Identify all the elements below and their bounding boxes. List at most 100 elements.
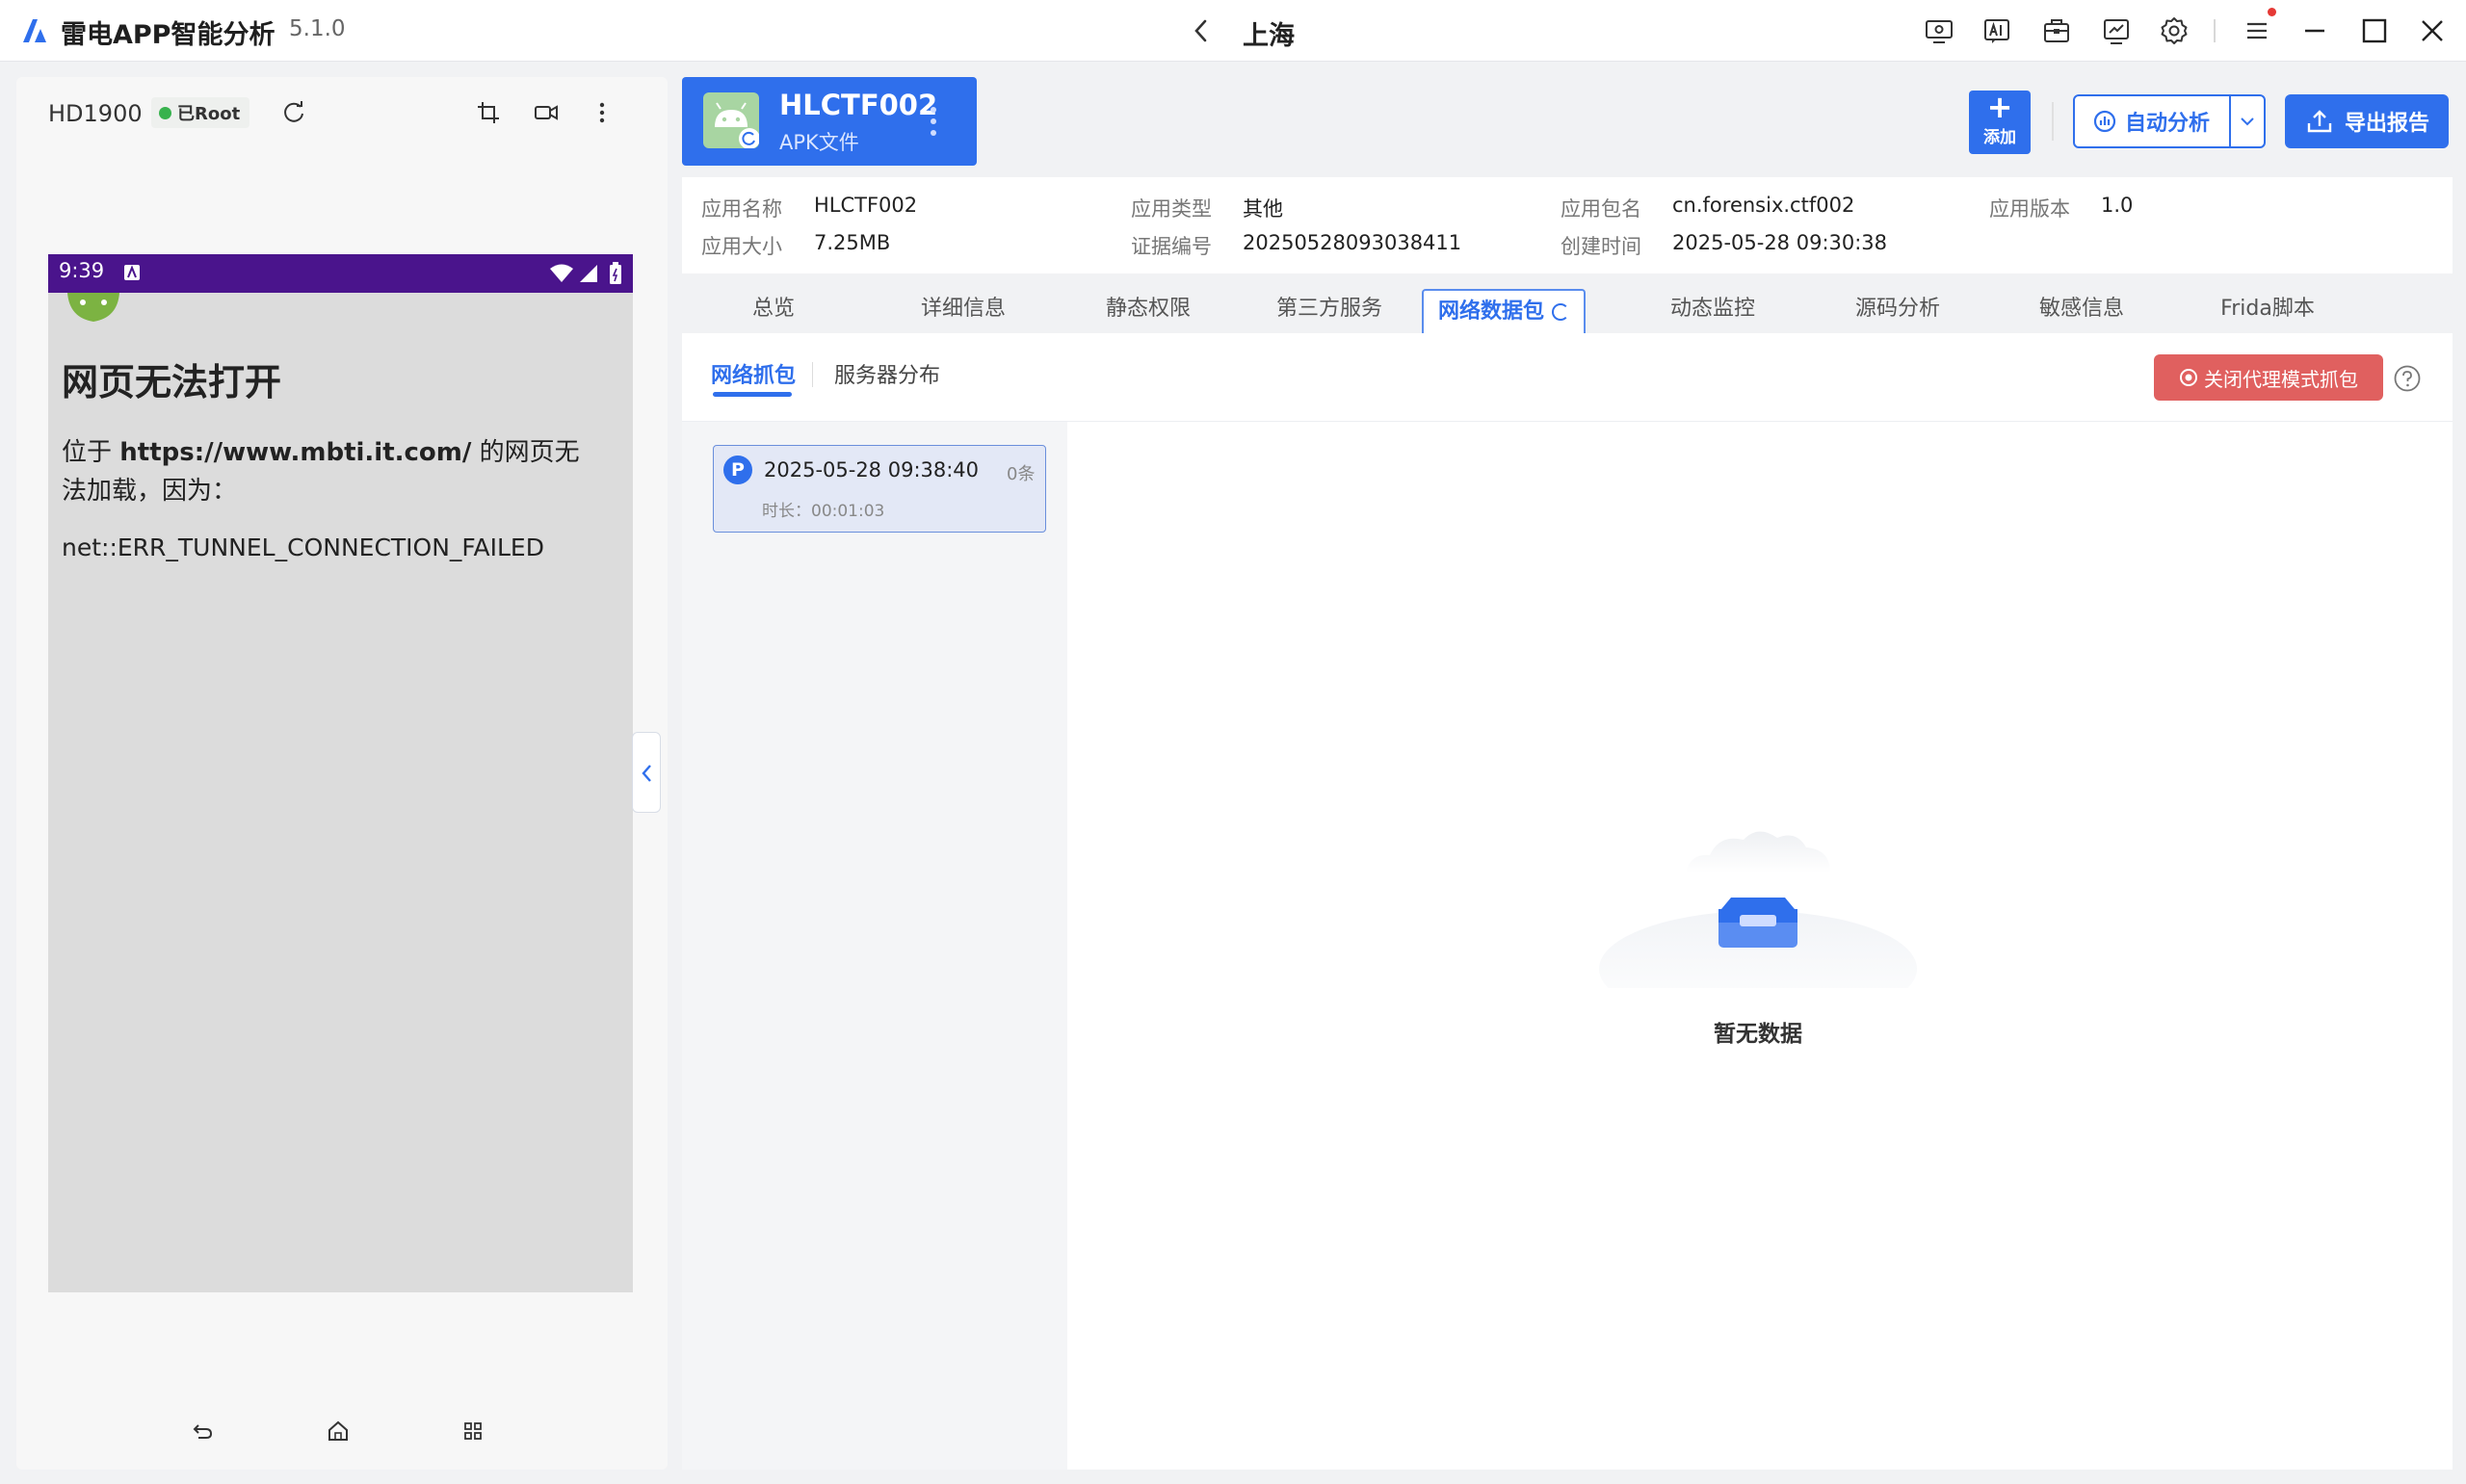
phone-status-bar: 9:39 <box>48 254 633 293</box>
subtab-divider <box>812 362 813 387</box>
phone-home-icon[interactable] <box>326 1419 351 1443</box>
add-button[interactable]: + 添加 <box>1969 91 2031 154</box>
app-card[interactable]: HLCTF002 APK文件 <box>682 77 977 166</box>
size-value: 7.25MB <box>814 231 891 254</box>
device-name: HD1900 <box>48 100 143 127</box>
maximize-icon[interactable] <box>2358 14 2391 47</box>
session-protocol-badge: P <box>723 456 752 484</box>
help-icon[interactable] <box>2393 364 2422 393</box>
version-value: 1.0 <box>2101 194 2134 217</box>
tab-source[interactable]: 源码分析 <box>1830 285 1965 333</box>
main-tab-bar: 总览 详细信息 静态权限 第三方服务 网络数据包 动态监控 源码分析 敏感信息 … <box>682 285 2453 333</box>
web-error-code: net::ERR_TUNNEL_CONNECTION_FAILED <box>62 534 544 561</box>
app-type-value: 其他 <box>1243 197 1283 221</box>
more-vertical-icon[interactable] <box>588 98 616 127</box>
export-icon <box>2306 109 2333 134</box>
signal-icon <box>578 264 599 283</box>
plus-icon: + <box>1986 89 2013 125</box>
wifi-icon <box>549 264 574 283</box>
export-report-label: 导出报告 <box>2345 112 2430 136</box>
app-card-type: APK文件 <box>779 131 859 154</box>
auto-analyze-dropdown[interactable] <box>2231 116 2264 127</box>
error-url: https://www.mbti.it.com/ <box>119 438 472 467</box>
minimize-icon[interactable] <box>2298 14 2331 47</box>
android-icon <box>62 293 125 324</box>
tab-details[interactable]: 详细信息 <box>896 285 1031 333</box>
version-label: 应用版本 <box>1989 197 2070 221</box>
evidence-value: 20250528093038411 <box>1243 231 1462 254</box>
auto-analyze-label: 自动分析 <box>2125 112 2211 136</box>
app-icon <box>703 92 759 148</box>
app-logo-icon <box>21 17 52 44</box>
capture-session-list <box>682 422 1067 1470</box>
session-count: 0条 <box>1007 464 1036 484</box>
settings-icon[interactable] <box>2158 14 2191 47</box>
empty-state-text: 暂无数据 <box>1714 1022 1802 1047</box>
toolbox-icon[interactable] <box>2040 14 2073 47</box>
app-name-value: HLCTF002 <box>814 194 918 217</box>
app-title: 雷电APP智能分析 <box>61 20 275 50</box>
menu-icon[interactable] <box>2241 14 2273 47</box>
stop-proxy-capture-button[interactable]: 关闭代理模式抓包 <box>2154 354 2383 401</box>
root-status-dot <box>159 106 171 119</box>
error-desc-prefix: 位于 <box>62 438 120 467</box>
root-status-badge: 已Root <box>151 97 250 128</box>
monitor-chart-icon[interactable] <box>2100 14 2133 47</box>
tab-third-party[interactable]: 第三方服务 <box>1252 285 1406 333</box>
session-time: 2025-05-28 09:38:40 <box>764 458 980 482</box>
auto-analyze-main[interactable]: 自动分析 <box>2075 96 2231 146</box>
chevron-down-icon <box>2241 117 2254 126</box>
ai-icon[interactable] <box>1981 14 2013 47</box>
location-title: 上海 <box>1243 21 1295 51</box>
refresh-icon[interactable] <box>279 98 308 127</box>
tab-permissions[interactable]: 静态权限 <box>1081 285 1216 333</box>
title-bar: 雷电APP智能分析 5.1.0 上海 <box>0 0 2466 62</box>
export-report-button[interactable]: 导出报告 <box>2285 94 2449 148</box>
phone-screen[interactable]: 9:39 网页无法打开 位于 https://www.mbti.it.com/ … <box>48 254 633 1292</box>
loading-spinner-icon <box>1552 303 1569 321</box>
web-error-title: 网页无法打开 <box>62 361 282 404</box>
app-card-more-icon[interactable] <box>929 104 938 139</box>
toolbar-divider <box>2214 19 2216 42</box>
app-version: 5.1.0 <box>289 16 346 41</box>
tab-network-label: 网络数据包 <box>1437 299 1544 324</box>
record-video-icon[interactable] <box>532 98 561 127</box>
package-label: 应用包名 <box>1561 197 1641 221</box>
notification-dot <box>2268 8 2276 16</box>
created-value: 2025-05-28 09:30:38 <box>1672 231 1888 254</box>
tab-network[interactable]: 网络数据包 <box>1422 289 1586 333</box>
phone-back-icon[interactable] <box>191 1419 216 1443</box>
app-card-name: HLCTF002 <box>779 89 938 121</box>
size-label: 应用大小 <box>701 235 782 258</box>
evidence-label: 证据编号 <box>1131 235 1212 258</box>
action-divider <box>2052 102 2054 141</box>
status-time: 9:39 <box>59 259 105 282</box>
subtab-capture[interactable]: 网络抓包 <box>711 358 796 389</box>
stop-proxy-label: 关闭代理模式抓包 <box>2204 367 2358 391</box>
tab-frida[interactable]: Frida脚本 <box>2191 285 2345 333</box>
tab-dynamic[interactable]: 动态监控 <box>1645 285 1780 333</box>
root-status-label: 已Root <box>177 104 241 124</box>
notification-app-icon <box>123 264 141 281</box>
tab-sensitive[interactable]: 敏感信息 <box>2014 285 2149 333</box>
close-icon[interactable] <box>2416 14 2449 47</box>
session-duration: 时长：00:01:03 <box>762 502 885 521</box>
subtab-server[interactable]: 服务器分布 <box>834 358 940 389</box>
phone-recents-icon[interactable] <box>460 1419 485 1443</box>
stop-record-icon <box>2179 368 2198 387</box>
package-value: cn.forensix.ctf002 <box>1672 194 1855 217</box>
app-type-label: 应用类型 <box>1131 197 1212 221</box>
auto-analyze-button[interactable]: 自动分析 <box>2073 94 2266 148</box>
analyze-chart-icon <box>2092 109 2117 134</box>
capture-session-item[interactable]: P 2025-05-28 09:38:40 0条 时长：00:01:03 <box>713 445 1046 533</box>
battery-icon <box>609 262 622 285</box>
tab-overview[interactable]: 总览 <box>730 285 817 333</box>
subtab-active-indicator <box>713 392 792 397</box>
screen-cast-icon[interactable] <box>1923 14 1955 47</box>
app-info-panel: 应用名称 HLCTF002 应用类型 其他 应用包名 cn.forensix.c… <box>682 177 2453 273</box>
created-label: 创建时间 <box>1561 235 1641 258</box>
add-button-label: 添加 <box>1983 128 2016 147</box>
collapse-panel-button[interactable] <box>632 732 661 813</box>
back-icon[interactable] <box>1187 15 1216 46</box>
crop-icon[interactable] <box>474 98 503 127</box>
